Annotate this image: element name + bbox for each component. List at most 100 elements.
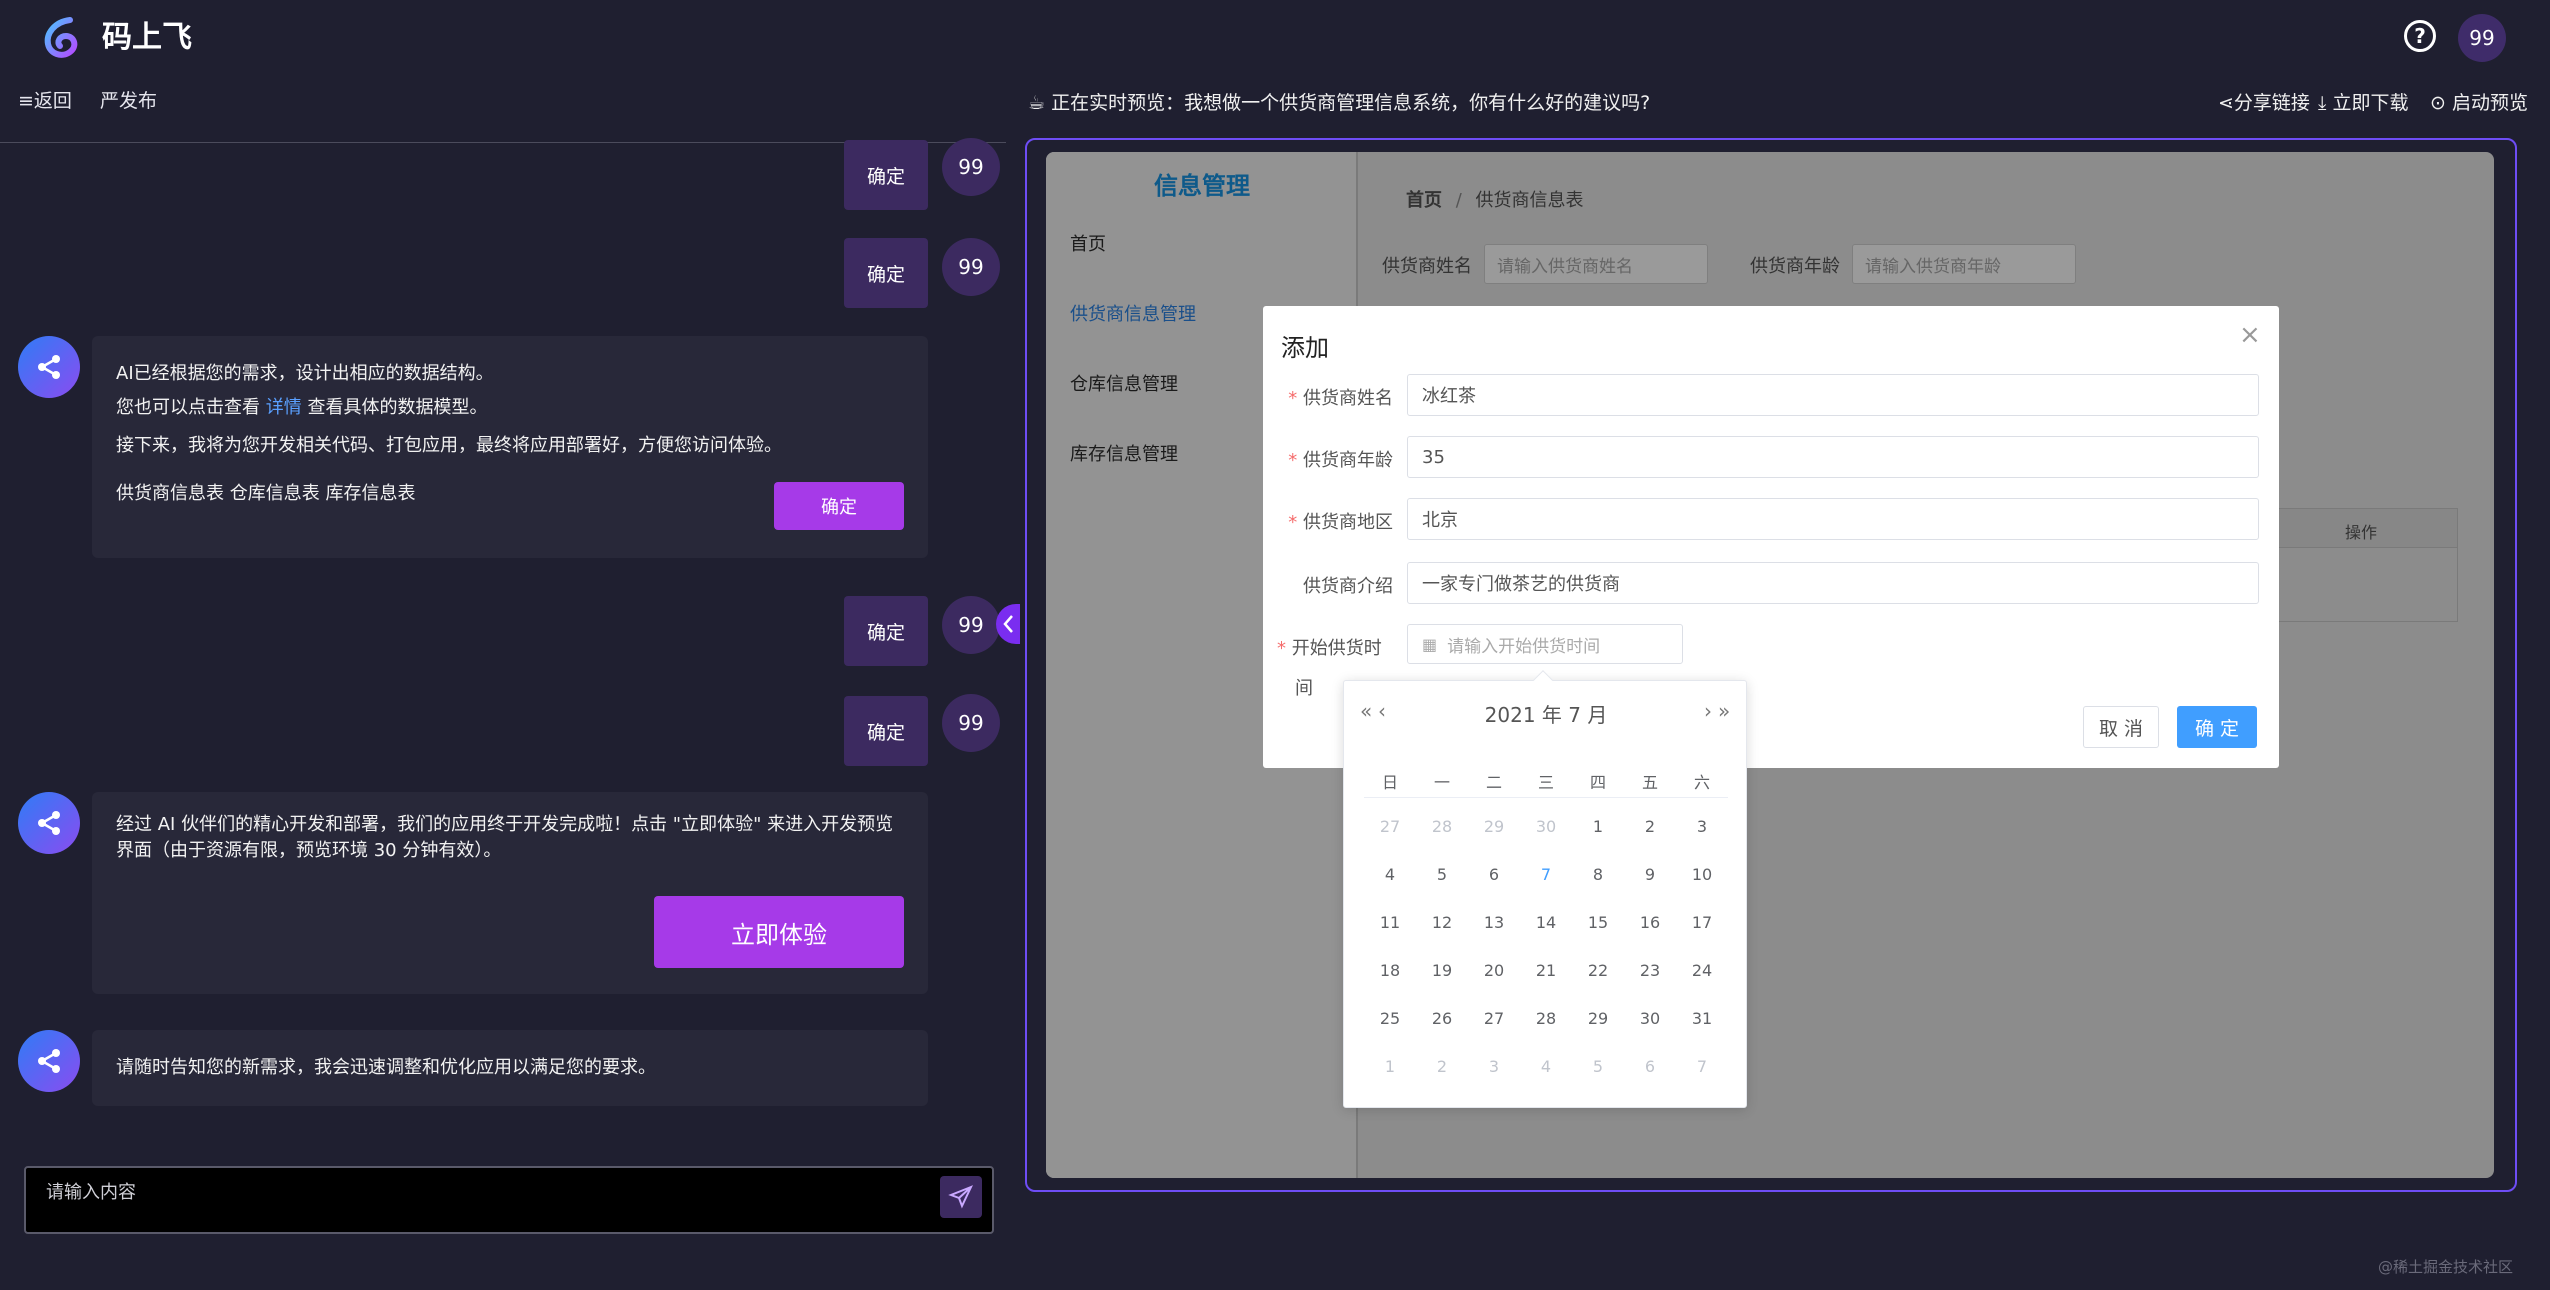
user-message-confirm: 确定 xyxy=(844,696,928,766)
message-text: AI已经根据您的需求，设计出相应的数据结构。 xyxy=(116,363,494,384)
week-row: 4 5 6 7 8 9 10 xyxy=(1364,865,1728,884)
day-cell[interactable]: 27 xyxy=(1364,817,1416,836)
send-icon[interactable] xyxy=(940,1176,982,1218)
day-cell[interactable]: 12 xyxy=(1416,913,1468,932)
supplier-region-input[interactable]: 北京 xyxy=(1407,498,2259,540)
download-icon: ⤓ xyxy=(2318,92,2327,114)
back-button[interactable]: ≡返回 xyxy=(18,88,72,114)
supplier-intro-input[interactable]: 一家专门做茶艺的供货商 xyxy=(1407,562,2259,604)
day-cell[interactable]: 19 xyxy=(1416,961,1468,980)
download-button[interactable]: ⤓ 立即下载 xyxy=(2318,90,2408,116)
filter-name-input[interactable]: 请输入供货商姓名 xyxy=(1484,244,1708,284)
details-link[interactable]: 详情 xyxy=(266,397,302,418)
filter-age-input[interactable]: 请输入供货商年龄 xyxy=(1852,244,2076,284)
ok-button[interactable]: 确 定 xyxy=(2177,706,2257,748)
share-link-button[interactable]: ⋖分享链接 xyxy=(2218,90,2310,116)
weekday-label: 日 xyxy=(1381,773,1398,792)
share-icon: ⋖ xyxy=(2218,92,2234,114)
day-cell[interactable]: 27 xyxy=(1468,1009,1520,1028)
chat-input-placeholder: 请输入内容 xyxy=(46,1182,136,1203)
day-cell[interactable]: 15 xyxy=(1572,913,1624,932)
user-message-confirm: 确定 xyxy=(844,238,928,308)
preview-title-text: 正在实时预览：我想做一个供货商管理信息系统，你有什么好的建议吗? xyxy=(1051,92,1651,114)
watermark: @稀土掘金技术社区 xyxy=(2378,1258,2514,1276)
sidebar-item-home[interactable]: 首页 xyxy=(1070,230,1106,256)
day-cell[interactable]: 23 xyxy=(1624,961,1676,980)
launch-preview-button[interactable]: ⊙ 启动预览 xyxy=(2430,90,2528,116)
day-cell[interactable]: 2 xyxy=(1416,1057,1468,1076)
message-text: 经过 AI 伙伴们的精心开发和部署，我们的应用终于开发完成啦！点击 "立即体验"… xyxy=(116,814,894,861)
collapse-panel-icon[interactable] xyxy=(996,604,1020,644)
day-cell[interactable]: 5 xyxy=(1416,865,1468,884)
breadcrumb-home[interactable]: 首页 xyxy=(1406,190,1442,211)
breadcrumb-separator: / xyxy=(1455,190,1462,211)
day-cell[interactable]: 13 xyxy=(1468,913,1520,932)
day-cell[interactable]: 24 xyxy=(1676,961,1728,980)
day-cell[interactable]: 29 xyxy=(1468,817,1520,836)
sidebar-item-supplier[interactable]: 供货商信息管理 xyxy=(1070,300,1196,326)
user-avatar[interactable]: 99 xyxy=(2458,14,2506,62)
day-cell[interactable]: 5 xyxy=(1572,1057,1624,1076)
close-icon[interactable]: × xyxy=(2239,320,2261,350)
day-cell[interactable]: 9 xyxy=(1624,865,1676,884)
user-avatar: 99 xyxy=(942,596,1000,654)
bot-message-card: 请随时告知您的新需求，我会迅速调整和优化应用以满足您的要求。 xyxy=(92,1030,928,1106)
user-avatar: 99 xyxy=(942,694,1000,752)
day-cell[interactable]: 31 xyxy=(1676,1009,1728,1028)
supplier-name-input[interactable]: 冰红茶 xyxy=(1407,374,2259,416)
day-cell-today[interactable]: 7 xyxy=(1520,865,1572,884)
day-cell[interactable]: 30 xyxy=(1520,817,1572,836)
chat-input[interactable]: 请输入内容 xyxy=(24,1166,994,1234)
day-cell[interactable]: 18 xyxy=(1364,961,1416,980)
field-label-name: * 供货商姓名 xyxy=(1288,388,1393,409)
day-cell[interactable]: 21 xyxy=(1520,961,1572,980)
day-cell[interactable]: 20 xyxy=(1468,961,1520,980)
next-year-icon[interactable]: » xyxy=(1718,699,1730,723)
try-now-button[interactable]: 立即体验 xyxy=(654,896,904,968)
day-cell[interactable]: 25 xyxy=(1364,1009,1416,1028)
launch-preview-label: 启动预览 xyxy=(2451,92,2528,114)
day-cell[interactable]: 29 xyxy=(1572,1009,1624,1028)
day-cell[interactable]: 17 xyxy=(1676,913,1728,932)
field-label-age: * 供货商年龄 xyxy=(1288,450,1393,471)
supplier-age-input[interactable]: 35 xyxy=(1407,436,2259,478)
day-cell[interactable]: 2 xyxy=(1624,817,1676,836)
picker-header: 2021 年 7 月 xyxy=(1484,703,1608,727)
publish-button[interactable]: 严发布 xyxy=(100,88,157,114)
message-text: 您也可以点击查看 详情 查看具体的数据模型。 xyxy=(116,390,487,426)
user-avatar: 99 xyxy=(942,138,1000,196)
sidebar-item-inventory[interactable]: 库存信息管理 xyxy=(1070,440,1178,466)
weekday-label: 三 xyxy=(1537,773,1554,792)
day-cell[interactable]: 28 xyxy=(1416,817,1468,836)
help-icon[interactable]: ? xyxy=(2404,20,2436,52)
day-cell[interactable]: 4 xyxy=(1364,865,1416,884)
picker-divider xyxy=(1364,797,1728,798)
day-cell[interactable]: 6 xyxy=(1624,1057,1676,1076)
day-cell[interactable]: 6 xyxy=(1468,865,1520,884)
day-cell[interactable]: 10 xyxy=(1676,865,1728,884)
day-cell[interactable]: 1 xyxy=(1572,817,1624,836)
start-date-input[interactable]: ▦ 请输入开始供货时间 xyxy=(1407,624,1683,664)
breadcrumb: 首页 / 供货商信息表 xyxy=(1406,186,1584,212)
sidebar-item-warehouse[interactable]: 仓库信息管理 xyxy=(1070,370,1178,396)
day-cell[interactable]: 28 xyxy=(1520,1009,1572,1028)
day-cell[interactable]: 3 xyxy=(1676,817,1728,836)
day-cell[interactable]: 14 xyxy=(1520,913,1572,932)
day-cell[interactable]: 8 xyxy=(1572,865,1624,884)
day-cell[interactable]: 26 xyxy=(1416,1009,1468,1028)
day-cell[interactable]: 3 xyxy=(1468,1057,1520,1076)
next-month-icon[interactable]: › xyxy=(1704,699,1712,723)
day-cell[interactable]: 22 xyxy=(1572,961,1624,980)
mock-sidebar-title: 信息管理 xyxy=(1154,172,1250,200)
day-cell[interactable]: 7 xyxy=(1676,1057,1728,1076)
cancel-button[interactable]: 取 消 xyxy=(2083,706,2159,748)
weekday-row: 日 一 二 三 四 五 六 xyxy=(1364,769,1728,793)
week-row: 27 28 29 30 1 2 3 xyxy=(1364,817,1728,836)
confirm-button[interactable]: 确定 xyxy=(774,482,904,530)
day-cell[interactable]: 16 xyxy=(1624,913,1676,932)
day-cell[interactable]: 4 xyxy=(1520,1057,1572,1076)
day-cell[interactable]: 30 xyxy=(1624,1009,1676,1028)
week-row: 25 26 27 28 29 30 31 xyxy=(1364,1009,1728,1028)
day-cell[interactable]: 1 xyxy=(1364,1057,1416,1076)
day-cell[interactable]: 11 xyxy=(1364,913,1416,932)
